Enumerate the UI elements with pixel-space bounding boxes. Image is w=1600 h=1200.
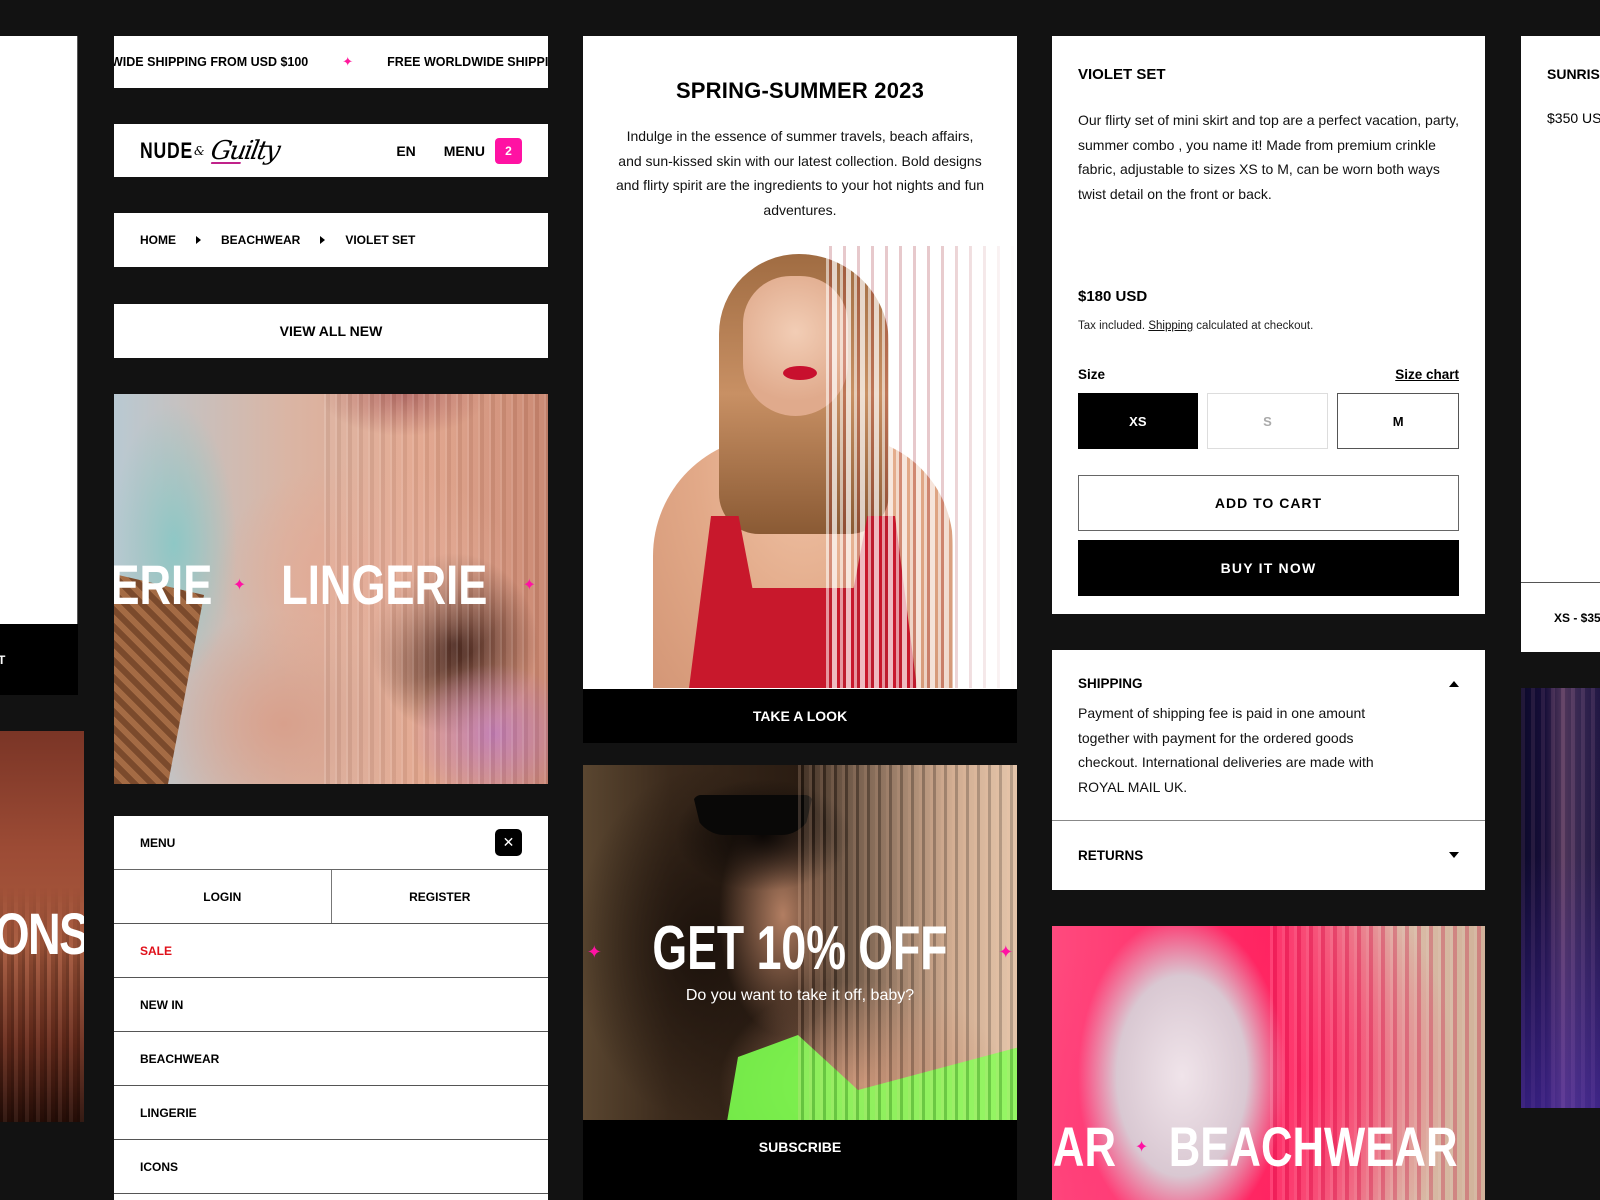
breadcrumb-item-beachwear[interactable]: BEACHWEAR [221, 233, 300, 247]
marquee-word: AR [1052, 1115, 1116, 1178]
language-selector[interactable]: EN [396, 143, 415, 159]
beachwear-category-banner[interactable]: AR ✦ BEACHWEAR ✦ B [1052, 926, 1485, 1200]
sparkle-star-icon: ✦ [342, 54, 354, 69]
menu-item-lingerie[interactable]: LINGERIE [114, 1086, 548, 1140]
tax-note-prefix: Tax included. [1078, 320, 1146, 332]
product-price: $350 US [1547, 110, 1600, 126]
variant-selector[interactable]: XS - $35 [1521, 582, 1600, 652]
accordion-section-returns: RETURNS [1052, 821, 1485, 889]
menu-button[interactable]: MENU [444, 143, 485, 159]
partial-product-card-left: ess! from [0, 36, 78, 624]
buy-it-now-button[interactable]: BUY IT NOW [1078, 540, 1459, 596]
menu-item-beachwear[interactable]: BEACHWEAR [114, 1032, 548, 1086]
card-text-line: from [0, 548, 77, 572]
marquee-word: ERIE [114, 553, 213, 616]
sparkle-star-icon: ✦ [998, 942, 1014, 963]
marquee-word: BEACHWEAR [1169, 1115, 1458, 1178]
tax-note: Tax included. Shipping calculated at che… [1078, 320, 1459, 332]
tax-note-suffix: calculated at checkout. [1196, 320, 1314, 332]
menu-item-new-in[interactable]: NEW IN [114, 978, 548, 1032]
breadcrumb-item-home[interactable]: HOME [140, 233, 176, 247]
partial-photo-banner[interactable] [1521, 688, 1600, 1108]
subscribe-button[interactable]: SUBSCRIBE [583, 1120, 1017, 1174]
size-option-s[interactable]: S [1206, 393, 1329, 449]
size-chart-link[interactable]: Size chart [1395, 367, 1459, 382]
icons-banner-partial[interactable]: ICONS [0, 731, 84, 1122]
discount-promo-banner: ✦ GET 10% OFF ✦ Do you want to take it o… [583, 765, 1017, 1200]
product-title: VIOLET SET [1078, 66, 1166, 83]
banner-word: ICONS [0, 902, 84, 967]
size-selector: XS S M [1078, 393, 1460, 449]
product-title: SUNRISE [1547, 66, 1600, 82]
collection-description: Indulge in the essence of summer travels… [615, 128, 985, 218]
sparkle-star-icon: ✦ [1134, 1138, 1149, 1156]
card-text-line: ess! [0, 524, 77, 548]
view-all-new-button[interactable]: VIEW ALL NEW [114, 304, 548, 358]
product-description: Our flirty set of mini skirt and top are… [1078, 112, 1460, 202]
collection-model-photo [583, 246, 1017, 688]
promo-headline: ✦ GET 10% OFF ✦ [583, 913, 1017, 984]
button-label: T [0, 652, 6, 667]
ticker-text: FREE WORLDWIDE SHIPPING FR [387, 55, 548, 69]
logo-word-nude: NUDE [140, 137, 194, 163]
partial-button-left[interactable]: T [0, 624, 78, 695]
promo-footer-strip [583, 1174, 1017, 1200]
caret-down-icon [1449, 852, 1459, 858]
sunglasses-shape [693, 795, 813, 835]
caret-right-icon [196, 236, 201, 244]
size-option-m[interactable]: M [1337, 393, 1460, 449]
cart-count-badge[interactable]: 2 [495, 137, 522, 164]
lingerie-category-banner[interactable]: ERIE ✦ LINGERIE ✦ LING [114, 394, 548, 784]
menu-title: MENU [140, 835, 176, 850]
shipping-link[interactable]: Shipping [1148, 320, 1193, 332]
promo-headline-text: GET 10% OFF [652, 914, 948, 983]
collection-title: SPRING-SUMMER 2023 [675, 78, 925, 103]
caret-right-icon [320, 236, 326, 244]
product-price: $180 USD [1078, 288, 1148, 305]
auth-buttons: LOGIN REGISTER [114, 870, 548, 924]
sparkle-star-icon: ✦ [522, 576, 536, 594]
promo-subtitle: Do you want to take it off, baby? [685, 987, 915, 1004]
breadcrumb-item-current: VIOLET SET [345, 233, 416, 247]
logo-ampersand: & [194, 143, 205, 158]
size-option-xs[interactable]: XS [1078, 393, 1198, 449]
model-lips-shape [783, 366, 817, 380]
close-x-icon[interactable]: ✕ [495, 829, 522, 856]
menu-header: MENU ✕ [114, 816, 548, 870]
accordion-title: RETURNS [1078, 847, 1144, 863]
accordion-toggle-returns[interactable]: RETURNS [1078, 848, 1459, 863]
accordion-title: SHIPPING [1078, 676, 1143, 691]
sparkle-star-icon: ✦ [232, 576, 247, 594]
site-header: NUDE & Guilty EN MENU 2 [114, 124, 548, 177]
menu-item-sale[interactable]: SALE [114, 924, 548, 978]
logo-word-guilty: Guilty [208, 135, 281, 166]
ticker-text: WIDE SHIPPING FROM USD $100 [114, 55, 309, 69]
product-detail-card: VIOLET SET Our flirty set of mini skirt … [1052, 36, 1485, 614]
marquee-word: LINGERIE [281, 553, 488, 616]
size-label: Size [1078, 367, 1106, 382]
collection-card: SPRING-SUMMER 2023 Indulge in the essenc… [583, 36, 1017, 743]
breadcrumb: HOME BEACHWEAR VIOLET SET [114, 213, 548, 267]
partial-product-card-right: SUNRISE $350 US XS - $35 [1521, 36, 1600, 652]
mobile-menu-panel: MENU ✕ LOGIN REGISTER SALE NEW IN BEACHW… [114, 816, 548, 1200]
accordion-section-shipping: SHIPPING Payment of shipping fee is paid… [1052, 650, 1485, 821]
shipping-ticker: WIDE SHIPPING FROM USD $100 ✦ FREE WORLD… [114, 36, 548, 88]
info-accordion: SHIPPING Payment of shipping fee is paid… [1052, 650, 1485, 890]
brand-logo[interactable]: NUDE & Guilty [140, 135, 281, 166]
category-marquee: AR ✦ BEACHWEAR ✦ B [1052, 1114, 1485, 1179]
caret-up-icon [1449, 680, 1459, 687]
category-marquee: ERIE ✦ LINGERIE ✦ LING [114, 552, 548, 617]
sparkle-star-icon: ✦ [586, 942, 602, 963]
accordion-toggle-shipping[interactable]: SHIPPING [1078, 676, 1459, 691]
take-a-look-button[interactable]: TAKE A LOOK [583, 689, 1017, 743]
add-to-cart-button[interactable]: ADD TO CART [1078, 475, 1459, 531]
accordion-body: Payment of shipping fee is paid in one a… [1078, 705, 1374, 795]
menu-item-icons[interactable]: ICONS [114, 1140, 548, 1194]
login-button[interactable]: LOGIN [114, 870, 331, 923]
size-header: Size Size chart [1078, 367, 1459, 382]
register-button[interactable]: REGISTER [330, 870, 549, 923]
glass-effect-overlay [823, 246, 1017, 688]
